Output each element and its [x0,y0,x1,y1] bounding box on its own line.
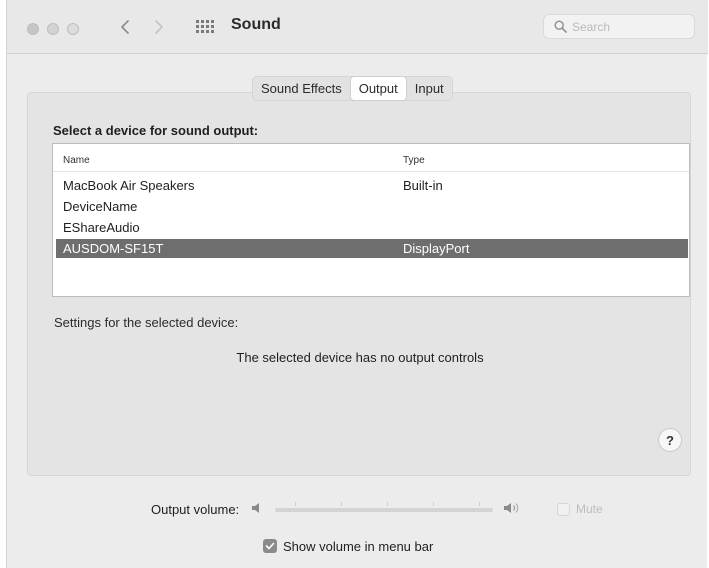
forward-button[interactable] [147,15,171,39]
slider-tick [433,502,434,506]
mute-checkbox[interactable] [557,503,570,516]
mute-label: Mute [576,502,603,516]
speaker-high-icon [502,500,522,521]
device-type: DisplayPort [403,241,470,256]
device-row-devicename[interactable]: DeviceName [56,197,688,216]
slider-tick [387,502,388,506]
column-header-type[interactable]: Type [403,155,425,166]
output-volume-label: Output volume: [151,502,240,517]
device-row-ausdom-sf15t[interactable]: AUSDOM-SF15T DisplayPort [56,239,688,258]
column-header-name[interactable]: Name [63,155,90,166]
output-volume-slider[interactable] [275,508,493,512]
chevron-right-icon [155,20,163,34]
device-settings-label: Settings for the selected device: [54,315,239,330]
help-label: ? [666,432,674,448]
device-table[interactable]: Name Type MacBook Air Speakers Built-in … [52,143,690,297]
zoom-window-button[interactable] [67,23,79,35]
tab-output[interactable]: Output [349,76,407,101]
sound-preferences-window: Sound Sound Effects Output Input Select … [6,0,708,568]
minimize-window-button[interactable] [47,23,59,35]
slider-tick [341,502,342,506]
back-button[interactable] [113,15,137,39]
magnifying-glass-icon [554,20,567,33]
grid-icon [196,20,214,33]
device-list-heading: Select a device for sound output: [53,123,259,138]
output-panel: Select a device for sound output: Name T… [27,92,691,476]
device-name: EShareAudio [63,220,140,235]
search-field[interactable] [543,14,695,39]
slider-tick [479,502,480,506]
speaker-low-icon [250,501,264,520]
checkmark-icon [265,542,275,550]
no-output-controls-message: The selected device has no output contro… [236,350,484,365]
table-header: Name Type [53,144,689,172]
device-type: Built-in [403,178,443,193]
slider-tick [295,502,296,506]
device-name: DeviceName [63,199,138,214]
show-all-button[interactable] [195,18,215,36]
device-row-eshareaudio[interactable]: EShareAudio [56,218,688,237]
tab-bar: Sound Effects Output Input [252,76,453,101]
close-window-button[interactable] [27,23,39,35]
show-volume-in-menu-bar-checkbox[interactable] [263,539,277,553]
toolbar: Sound [7,0,708,54]
device-name: MacBook Air Speakers [63,178,195,193]
show-volume-in-menu-bar-label: Show volume in menu bar [283,539,434,554]
tab-sound-effects[interactable]: Sound Effects [253,77,350,100]
device-row-macbook-air-speakers[interactable]: MacBook Air Speakers Built-in [56,176,688,195]
tab-input[interactable]: Input [407,77,452,100]
help-button[interactable]: ? [658,428,682,452]
search-input[interactable] [572,19,682,34]
chevron-left-icon [121,20,129,34]
window-title: Sound [231,16,281,33]
device-name: AUSDOM-SF15T [63,241,164,256]
